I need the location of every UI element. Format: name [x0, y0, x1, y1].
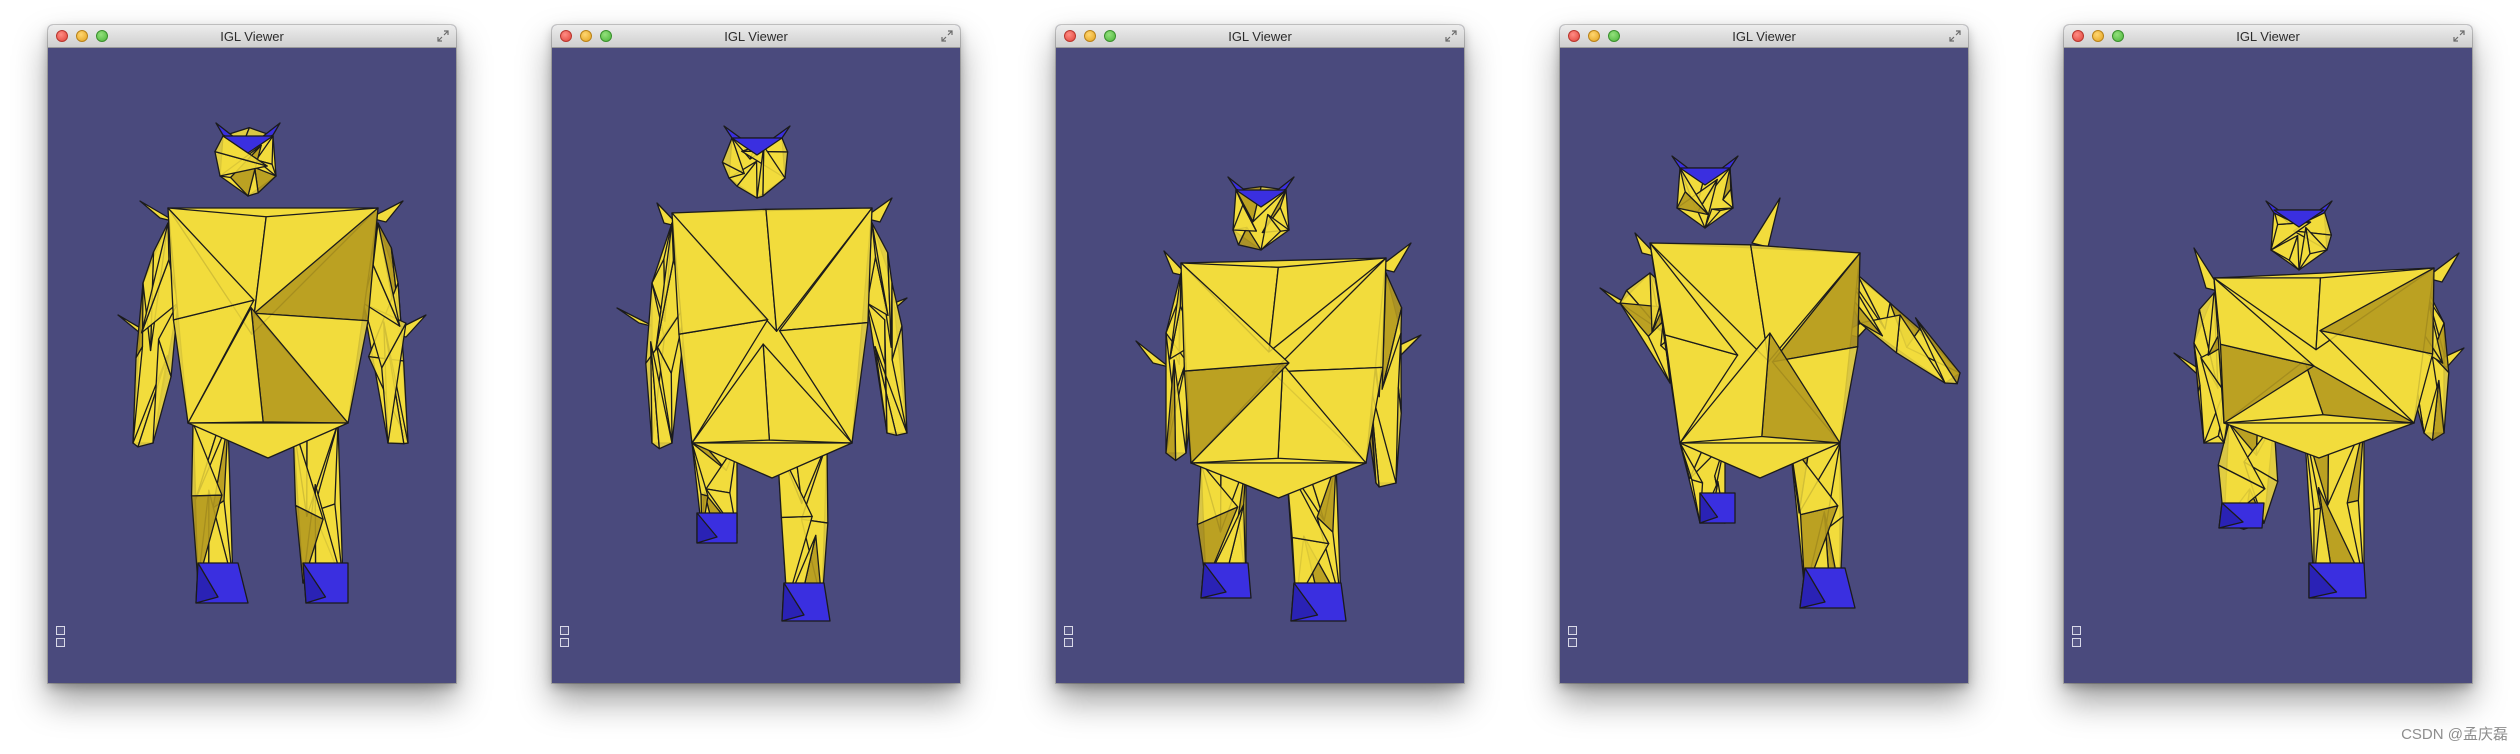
- window-titlebar[interactable]: IGL Viewer: [1056, 25, 1464, 48]
- fullscreen-icon[interactable]: [1949, 30, 1961, 42]
- mesh-robot-icon[interactable]: [48, 48, 456, 683]
- fullscreen-icon[interactable]: [437, 30, 449, 42]
- viewer-menu-icon[interactable]: [560, 638, 569, 647]
- mesh-viewport[interactable]: [552, 48, 960, 683]
- viewer-menu-icon[interactable]: [1568, 638, 1577, 647]
- mesh-robot-icon[interactable]: [1560, 48, 1968, 683]
- viewer-toggle-icon[interactable]: [1064, 626, 1073, 635]
- igl-viewer-window[interactable]: IGL Viewer: [2064, 25, 2472, 683]
- csdn-watermark: CSDN @孟庆磊: [2401, 726, 2508, 743]
- viewer-toggle-icon[interactable]: [2072, 626, 2081, 635]
- mesh-viewport[interactable]: [1056, 48, 1464, 683]
- viewer-toggle-icon[interactable]: [56, 626, 65, 635]
- igl-viewer-window[interactable]: IGL Viewer: [1056, 25, 1464, 683]
- viewer-menu-icon[interactable]: [1064, 638, 1073, 647]
- viewer-menu-icon[interactable]: [56, 638, 65, 647]
- viewer-menu-icon[interactable]: [2072, 638, 2081, 647]
- mesh-robot-icon[interactable]: [1056, 48, 1464, 683]
- window-title: IGL Viewer: [1228, 29, 1292, 44]
- window-titlebar[interactable]: IGL Viewer: [48, 25, 456, 48]
- mesh-viewport[interactable]: [48, 48, 456, 683]
- fullscreen-icon[interactable]: [2453, 30, 2465, 42]
- viewer-toggle-icon[interactable]: [560, 626, 569, 635]
- fullscreen-icon[interactable]: [941, 30, 953, 42]
- window-titlebar[interactable]: IGL Viewer: [552, 25, 960, 48]
- mesh-robot-icon[interactable]: [2064, 48, 2472, 683]
- mesh-viewport[interactable]: [1560, 48, 1968, 683]
- window-title: IGL Viewer: [1732, 29, 1796, 44]
- igl-viewer-window[interactable]: IGL Viewer: [1560, 25, 1968, 683]
- mesh-robot-icon[interactable]: [552, 48, 960, 683]
- window-title: IGL Viewer: [2236, 29, 2300, 44]
- window-titlebar[interactable]: IGL Viewer: [1560, 25, 1968, 48]
- igl-viewer-window[interactable]: IGL Viewer: [48, 25, 456, 683]
- window-title: IGL Viewer: [220, 29, 284, 44]
- window-title: IGL Viewer: [724, 29, 788, 44]
- igl-viewer-window[interactable]: IGL Viewer: [552, 25, 960, 683]
- window-titlebar[interactable]: IGL Viewer: [2064, 25, 2472, 48]
- fullscreen-icon[interactable]: [1445, 30, 1457, 42]
- viewer-toggle-icon[interactable]: [1568, 626, 1577, 635]
- mesh-viewport[interactable]: [2064, 48, 2472, 683]
